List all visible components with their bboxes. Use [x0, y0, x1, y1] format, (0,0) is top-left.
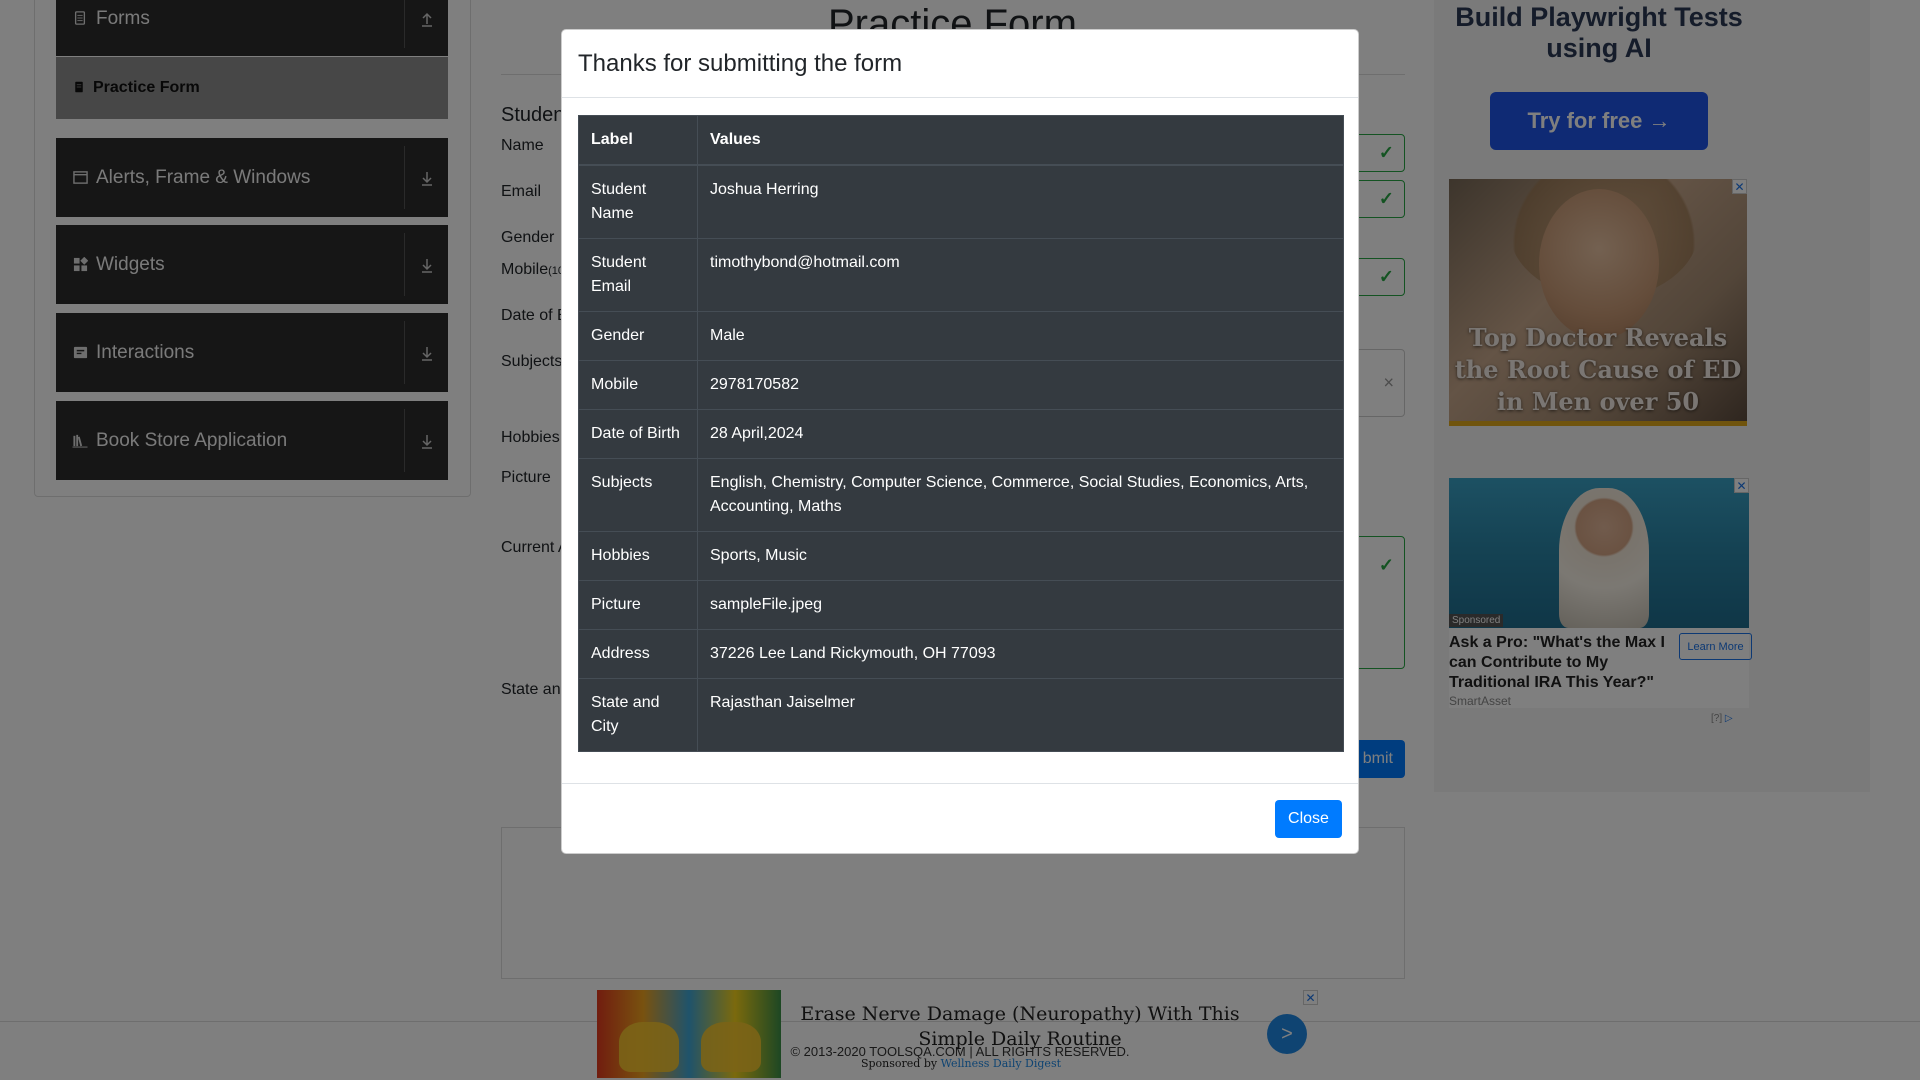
row-label: Picture: [578, 580, 698, 630]
row-value: Rajasthan Jaiselmer: [697, 678, 1344, 752]
row-value: 2978170582: [697, 360, 1344, 410]
row-value: English, Chemistry, Computer Science, Co…: [697, 458, 1344, 532]
row-value: Sports, Music: [697, 531, 1344, 581]
table-row: Student Email timothybond@hotmail.com: [578, 238, 1344, 312]
modal-header: Thanks for submitting the form: [562, 30, 1358, 98]
row-value: timothybond@hotmail.com: [697, 238, 1344, 312]
column-header-label: Label: [578, 115, 698, 166]
row-label: State and City: [578, 678, 698, 752]
row-label: Mobile: [578, 360, 698, 410]
row-label: Address: [578, 629, 698, 679]
row-label: Gender: [578, 311, 698, 361]
column-header-values: Values: [697, 115, 1344, 166]
table-header-row: Label Values: [578, 115, 1344, 166]
modal-footer: Close: [562, 783, 1358, 854]
table-row: Address 37226 Lee Land Rickymouth, OH 770…: [578, 629, 1344, 679]
row-value: Male: [697, 311, 1344, 361]
table-row: Date of Birth 28 April,2024: [578, 409, 1344, 459]
modal-body: Label Values Student Name Joshua Herring …: [578, 115, 1344, 752]
row-label: Hobbies: [578, 531, 698, 581]
row-value: Joshua Herring: [697, 164, 1344, 239]
table-row: Hobbies Sports, Music: [578, 531, 1344, 581]
table-row: Picture sampleFile.jpeg: [578, 580, 1344, 630]
row-value: sampleFile.jpeg: [697, 580, 1344, 630]
table-row: State and City Rajasthan Jaiselmer: [578, 678, 1344, 752]
row-label: Student Email: [578, 238, 698, 312]
close-button[interactable]: Close: [1275, 800, 1342, 838]
row-value: 37226 Lee Land Rickymouth, OH 77093: [697, 629, 1344, 679]
table-row: Student Name Joshua Herring: [578, 164, 1344, 239]
row-label: Subjects: [578, 458, 698, 532]
submission-modal: Thanks for submitting the form Label Val…: [561, 29, 1359, 854]
table-row: Mobile 2978170582: [578, 360, 1344, 410]
modal-title: Thanks for submitting the form: [578, 49, 903, 77]
row-value: 28 April,2024: [697, 409, 1344, 459]
row-label: Student Name: [578, 164, 698, 239]
row-label: Date of Birth: [578, 409, 698, 459]
table-row: Gender Male: [578, 311, 1344, 361]
table-row: Subjects English, Chemistry, Computer Sci…: [578, 458, 1344, 532]
results-table: Label Values Student Name Joshua Herring …: [578, 115, 1344, 752]
